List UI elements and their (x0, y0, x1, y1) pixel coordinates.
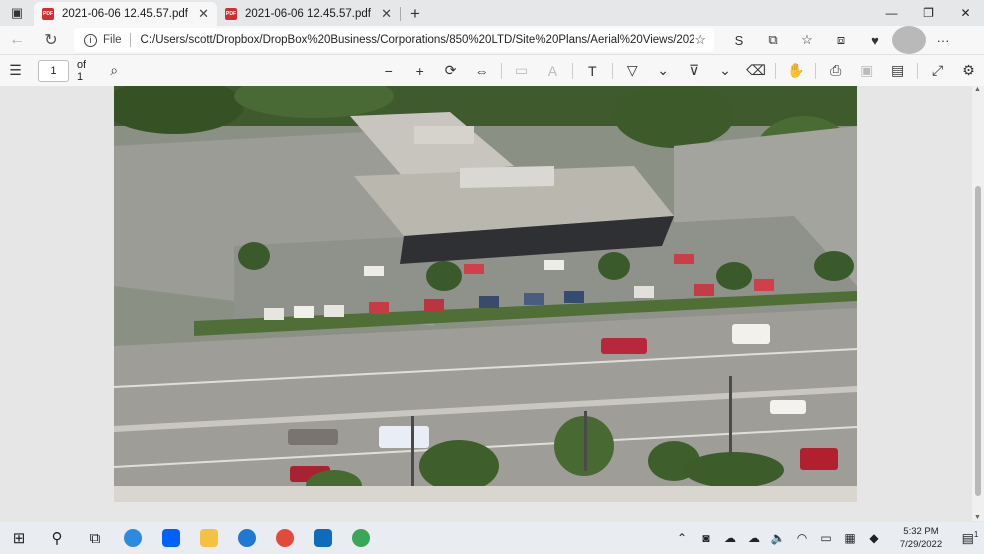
divider (775, 62, 777, 79)
page-number-input[interactable]: 1 (37, 59, 69, 82)
divider (917, 62, 919, 79)
text-box-icon[interactable]: T (577, 55, 608, 87)
settings-icon[interactable]: ⚙ (953, 55, 984, 87)
save-icon: ▣ (860, 62, 874, 78)
window-controls: — ❐ ✕ (873, 0, 984, 26)
extension-s-icon[interactable]: S (722, 26, 756, 54)
scroll-up-icon[interactable]: ▲ (974, 86, 981, 93)
fullscreen-icon[interactable]: ⤢ (922, 55, 953, 87)
task-view-icon[interactable]: ⧉ (76, 522, 114, 554)
scheme-label: File (103, 34, 122, 46)
search-icon[interactable]: ⚲ (38, 522, 76, 554)
cloud-icon[interactable]: ☁ (742, 531, 766, 545)
chevron-down-icon[interactable]: ⌄ (710, 55, 741, 87)
minimize-icon[interactable]: — (873, 6, 910, 20)
table-of-contents-icon[interactable]: ☰ (0, 55, 31, 87)
more-menu-icon[interactable]: ··· (926, 26, 960, 54)
highlight-icon[interactable]: ⊽ (679, 55, 710, 87)
system-tray: ⌃ ◙ ☁ ☁ 🔈 ◠ ▭ ▦ ◆ 5:32 PM 7/29/2022 ▤1 (670, 522, 984, 554)
collections-icon[interactable]: ⧈ (824, 26, 858, 54)
back-button[interactable]: ← (0, 26, 34, 54)
wifi-icon[interactable]: ◠ (790, 531, 814, 545)
onedrive-tray-icon[interactable]: ☁ (718, 531, 742, 545)
pdf-viewer[interactable] (0, 86, 972, 521)
divider (611, 62, 613, 79)
add-favorite-icon[interactable]: ☆ (694, 32, 706, 48)
divider (815, 62, 817, 79)
save-as-icon[interactable]: ▤ (882, 55, 913, 87)
zoom-out-icon[interactable]: − (373, 55, 404, 87)
notification-count: 1 (973, 529, 979, 539)
info-icon[interactable]: i (84, 33, 97, 47)
close-tab-icon[interactable]: ✕ (198, 6, 209, 22)
url-text: C:/Users/scott/Dropbox/DropBox%20Busines… (140, 34, 695, 46)
rotate-icon[interactable]: ⟳ (435, 55, 466, 87)
search-icon[interactable]: ⌕ (99, 55, 130, 87)
restore-icon[interactable]: ❐ (910, 6, 947, 20)
taskbar: ⊞ ⚲ ⧉ ⌃ ◙ ☁ ☁ 🔈 ◠ ▭ ▦ ◆ 5:32 PM 7/29/202… (0, 522, 984, 554)
tab-1[interactable]: PDF 2021-06-06 12.45.57.pdf ✕ (34, 2, 217, 26)
vertical-scrollbar[interactable]: ▲ ▼ (972, 86, 984, 521)
clock[interactable]: 5:32 PM 7/29/2022 (886, 525, 956, 551)
page-view-icon: ▭ (514, 62, 529, 78)
close-window-icon[interactable]: ✕ (947, 6, 984, 20)
page-total: of 1 (76, 58, 87, 83)
profile-icon[interactable] (892, 26, 926, 54)
close-tab-icon[interactable]: ✕ (381, 6, 392, 22)
start-icon[interactable]: ⊞ (0, 522, 38, 554)
draw-icon[interactable]: ▽ (617, 55, 648, 87)
dropbox-tray-icon[interactable]: ◆ (862, 531, 886, 545)
favorites-icon[interactable]: ☆ (790, 26, 824, 54)
refresh-button[interactable]: ↻ (34, 26, 68, 54)
chevron-down-icon[interactable]: ⌄ (648, 55, 679, 87)
divider (571, 62, 573, 79)
health-icon[interactable]: ♥ (858, 26, 892, 54)
onedrive-app-icon[interactable] (228, 522, 266, 554)
scroll-down-icon[interactable]: ▼ (974, 514, 981, 521)
divider (501, 62, 502, 79)
chrome-app-icon[interactable] (342, 522, 380, 554)
meet-icon[interactable]: ◙ (694, 531, 718, 545)
tab-title: 2021-06-06 12.45.57.pdf (62, 8, 188, 20)
chrome-app-icon[interactable] (266, 522, 304, 554)
file-explorer-icon[interactable] (190, 522, 228, 554)
tray-app-icon[interactable]: ▦ (838, 531, 862, 545)
address-bar: ← ↻ i File C:/Users/scott/Dropbox/DropBo… (0, 26, 984, 54)
eraser-icon[interactable]: ⌫ (741, 55, 772, 87)
print-icon[interactable]: ⎙ (820, 55, 851, 87)
tab-actions-icon[interactable]: ▣ (0, 0, 34, 26)
outlook-app-icon[interactable] (304, 522, 342, 554)
pdf-toolbar: ☰ 1 of 1 ⌕ − + ⟳ ⇔ ▭ A T ▽ ⌄ ⊽ ⌄ ⌫ ✋ ⎙ ▣… (0, 54, 984, 86)
chevron-up-icon[interactable]: ⌃ (670, 531, 694, 545)
divider (129, 33, 131, 47)
tab-strip: ▣ PDF 2021-06-06 12.45.57.pdf ✕ PDF 2021… (0, 0, 984, 26)
url-field[interactable]: i File C:/Users/scott/Dropbox/DropBox%20… (74, 28, 714, 52)
scroll-thumb[interactable] (975, 186, 981, 496)
notifications-icon[interactable]: ▤1 (956, 530, 984, 546)
new-tab-button[interactable]: + (401, 2, 429, 26)
edge-app-icon[interactable] (114, 522, 152, 554)
clock-date: 7/29/2022 (899, 539, 943, 550)
pdf-file-icon: PDF (225, 8, 237, 20)
tab-title: 2021-06-06 12.45.57.pdf (245, 8, 371, 20)
aerial-photo (114, 86, 857, 502)
read-aloud-icon: A (547, 62, 558, 79)
clock-time: 5:32 PM (903, 526, 939, 537)
volume-icon[interactable]: 🔈 (766, 531, 790, 545)
avatar (892, 26, 926, 54)
tab-2[interactable]: PDF 2021-06-06 12.45.57.pdf ✕ (217, 2, 400, 26)
touch-icon: ✋ (787, 62, 805, 78)
battery-icon[interactable]: ▭ (814, 531, 838, 545)
fit-page-icon[interactable]: ⇔ (466, 55, 497, 87)
dropbox-app-icon[interactable] (152, 522, 190, 554)
zoom-in-icon[interactable]: + (404, 55, 435, 87)
pdf-file-icon: PDF (42, 8, 54, 20)
extension-toolbar: S ⧉ ☆ ⧈ ♥ ··· (722, 26, 960, 54)
extensions-icon[interactable]: ⧉ (756, 26, 790, 54)
